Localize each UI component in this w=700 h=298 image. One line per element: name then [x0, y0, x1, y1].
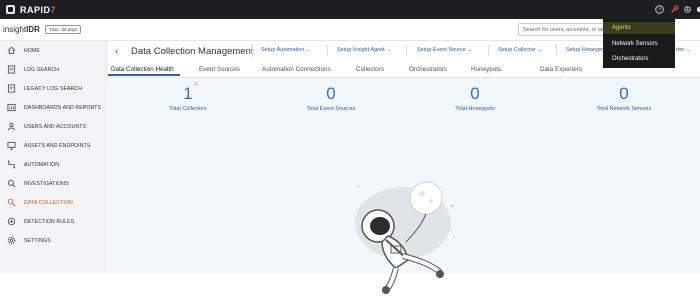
setup-collector-link[interactable]: Setup Collector ⌄	[498, 47, 542, 53]
page-title: Data Collection Management	[131, 46, 254, 57]
investigations-icon	[6, 179, 16, 189]
setup-honeypot-link[interactable]: Setup Honeypo	[566, 47, 604, 53]
main-panel: ‹ Data Collection Management Setup Autom…	[108, 41, 700, 294]
health-content: 1 Total Collectors ⚠ 0 Total Event Sourc…	[108, 78, 700, 294]
rapid7-logo-mark	[6, 5, 15, 14]
sidebar-item-label: LEGACY LOG SEARCH	[24, 85, 83, 92]
legacy-log-search-icon	[6, 84, 16, 94]
sidebar-item-users[interactable]: USERS AND ACCOUNTS	[0, 117, 107, 136]
gear-icon[interactable]	[682, 4, 693, 15]
chevron-down-icon: ⌄	[306, 47, 311, 53]
setup-event-source-link[interactable]: Setup Event Source ⌄	[417, 47, 472, 53]
divider	[556, 45, 557, 56]
tab-orchestrators[interactable]: Orchestrators	[409, 66, 447, 73]
chevron-down-icon: ⌄	[386, 47, 391, 53]
setup-insight-agent-link[interactable]: Setup Insight Agent ⌄	[337, 47, 391, 53]
sidebar: HOME LOG SEARCH LEGACY LOG SEARCH DASHBO…	[0, 41, 107, 273]
sidebar-item-dashboards[interactable]: DASHBOARDS AND REPORTS	[0, 98, 107, 117]
product-name: insightIDR	[3, 25, 40, 34]
sidebar-item-home[interactable]: HOME	[0, 41, 107, 60]
setup-automation-link[interactable]: Setup Automation ⌄	[261, 47, 311, 53]
users-icon	[6, 122, 16, 132]
sidebar-item-label: HOME	[24, 47, 40, 54]
sidebar-item-label: DETECTION RULES	[24, 218, 75, 225]
chevron-down-icon: ⌄	[537, 47, 542, 53]
svg-text:✦: ✦	[356, 184, 360, 190]
sidebar-item-label: DATA COLLECTION	[24, 199, 73, 206]
tab-event-sources[interactable]: Event Sources	[199, 66, 240, 73]
sidebar-item-assets[interactable]: ASSETS AND ENDPOINTS	[0, 136, 107, 155]
data-collection-icon	[6, 198, 16, 208]
sidebar-item-legacy-log-search[interactable]: LEGACY LOG SEARCH	[0, 79, 107, 98]
sidebar-item-label: LOG SEARCH	[24, 66, 60, 73]
logo-text: RAPID	[20, 4, 51, 15]
stat-total-honeypots[interactable]: 0 Total Honeypots	[435, 84, 515, 113]
stat-total-collectors[interactable]: 1 Total Collectors	[148, 84, 228, 113]
settings-icon	[6, 236, 16, 246]
sidebar-item-label: INVESTIGATIONS	[24, 180, 69, 187]
menu-item-network-sensors[interactable]: Network Sensors	[603, 38, 675, 50]
tab-data-exporters[interactable]: Data Exporters	[540, 66, 582, 73]
chevron-down-icon: ⌄	[686, 47, 691, 53]
active-tab-indicator	[108, 74, 180, 76]
setup-exporter-link[interactable]: rter ⌄	[676, 47, 690, 53]
tab-automation-connections[interactable]: Automation Connections	[262, 66, 331, 73]
tab-honeypots[interactable]: Honeypots	[471, 66, 501, 73]
automation-icon	[6, 160, 16, 170]
sidebar-item-label: USERS AND ACCOUNTS	[24, 123, 87, 130]
notifications-icon[interactable]	[694, 4, 700, 15]
menu-item-orchestrators[interactable]: Orchestrators	[603, 53, 675, 65]
stat-value: 1	[183, 84, 193, 103]
stat-total-event-sources[interactable]: 0 Total Event Sources	[291, 84, 371, 113]
rapid7-logo[interactable]: RAPID7	[6, 4, 56, 15]
stat-label: Total Event Sources	[306, 106, 356, 112]
sidebar-item-data-collection[interactable]: DATA COLLECTION	[0, 193, 107, 212]
sidebar-item-label: ASSETS AND ENDPOINTS	[24, 142, 91, 149]
stat-label: Total Collectors	[169, 106, 207, 112]
back-button[interactable]: ‹	[115, 46, 118, 57]
divider	[327, 45, 328, 56]
stat-total-network-sensors[interactable]: 0 Total Network Sensors	[584, 84, 664, 113]
log-search-icon	[6, 65, 16, 75]
sidebar-item-settings[interactable]: SETTINGS	[0, 231, 107, 250]
help-icon[interactable]: ?	[654, 4, 665, 15]
sidebar-item-automation[interactable]: AUTOMATION	[0, 155, 107, 174]
sidebar-item-label: AUTOMATION	[24, 161, 60, 168]
wrench-icon[interactable]	[669, 4, 680, 15]
tab-data-collection-health[interactable]: Data Collection Health	[111, 66, 174, 73]
tab-collectors[interactable]: Collectors	[356, 66, 384, 73]
svg-text:?: ?	[658, 8, 661, 14]
dashboard-icon	[6, 103, 16, 113]
top-bar: RAPID7 ?	[0, 0, 700, 19]
logo-accent: 7	[50, 4, 57, 15]
divider	[488, 45, 489, 56]
svg-text:✦: ✦	[452, 234, 456, 239]
detection-rules-icon	[6, 217, 16, 227]
warning-icon: ⚠	[194, 81, 199, 87]
home-icon	[6, 46, 16, 56]
stat-value: 0	[326, 84, 336, 103]
trial-badge: Trial - 28 days	[45, 25, 82, 34]
stat-value: 0	[470, 84, 480, 103]
monitor-icon	[6, 141, 16, 151]
setup-dropdown-menu: Agents Network Sensors Orchestrators	[603, 19, 675, 68]
sidebar-item-detection-rules[interactable]: DETECTION RULES	[0, 212, 107, 231]
stat-label: Total Network Sensors	[596, 106, 652, 112]
divider	[252, 45, 253, 57]
sidebar-item-label: SETTINGS	[24, 237, 51, 244]
astronaut-illustration: ✦ ✦ ✦	[355, 181, 456, 294]
sidebar-item-label: DASHBOARDS AND REPORTS	[24, 104, 102, 111]
stat-label: Total Honeypots	[455, 106, 495, 112]
divider	[406, 45, 407, 56]
sidebar-item-investigations[interactable]: INVESTIGATIONS	[0, 174, 107, 193]
sidebar-item-log-search[interactable]: LOG SEARCH	[0, 60, 107, 79]
stat-value: 0	[619, 84, 629, 103]
svg-text:✦: ✦	[450, 203, 455, 210]
menu-item-agents[interactable]: Agents	[603, 22, 675, 34]
chevron-down-icon: ⌄	[467, 47, 473, 53]
